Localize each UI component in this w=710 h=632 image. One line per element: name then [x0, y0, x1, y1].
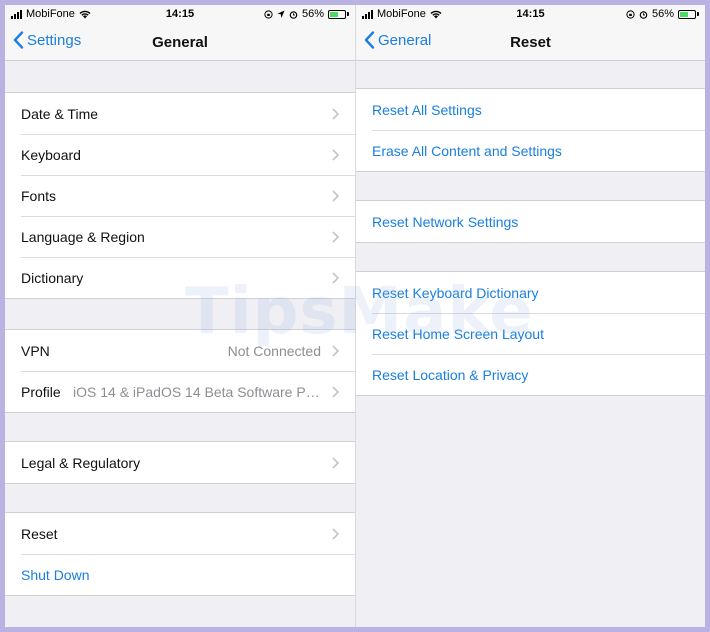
row-keyboard[interactable]: Keyboard: [5, 134, 355, 175]
status-indicators: 56%: [264, 8, 349, 20]
shut-down-button[interactable]: Shut Down: [5, 554, 355, 595]
status-indicators: 56%: [626, 8, 699, 20]
battery-icon: [328, 9, 349, 19]
navigation-bar: General Reset: [356, 25, 705, 61]
row-label: Dictionary: [21, 269, 84, 286]
status-bar: MobiFone 14:15 56%: [356, 5, 705, 25]
rotation-lock-icon: [626, 9, 635, 19]
erase-all-content-button[interactable]: Erase All Content and Settings: [356, 130, 705, 171]
row-label: Reset All Settings: [372, 101, 482, 118]
row-label: VPN: [21, 342, 50, 359]
row-label: Reset Home Screen Layout: [372, 325, 544, 342]
navigation-bar: Settings General: [5, 25, 355, 61]
settings-group-reset: Reset Shut Down: [5, 512, 355, 596]
row-label: Legal & Regulatory: [21, 454, 141, 471]
general-settings-screen: MobiFone 14:15 56% Settings General Date…: [5, 5, 355, 627]
vpn-status: Not Connected: [227, 342, 321, 359]
reset-group-settings: Reset All Settings Erase All Content and…: [356, 88, 705, 172]
row-reset[interactable]: Reset: [5, 513, 355, 554]
row-fonts[interactable]: Fonts: [5, 175, 355, 216]
battery-percent: 56%: [301, 8, 324, 20]
chevron-right-icon: [332, 528, 339, 540]
row-label: Fonts: [21, 187, 57, 204]
row-label: Shut Down: [21, 566, 90, 583]
reset-home-screen-layout-button[interactable]: Reset Home Screen Layout: [356, 313, 705, 354]
chevron-right-icon: [332, 386, 339, 398]
chevron-right-icon: [332, 190, 339, 202]
page-title: General: [152, 34, 208, 51]
row-label: Keyboard: [21, 146, 81, 163]
row-label: Profile: [21, 383, 61, 400]
settings-group-legal: Legal & Regulatory: [5, 441, 355, 484]
reset-location-privacy-button[interactable]: Reset Location & Privacy: [356, 354, 705, 395]
rotation-lock-icon: [264, 9, 273, 19]
settings-group-network: VPN Not Connected Profile iOS 14 & iPadO…: [5, 329, 355, 413]
reset-network-settings-button[interactable]: Reset Network Settings: [356, 201, 705, 242]
row-label: Language & Region: [21, 228, 145, 245]
row-label: Reset Keyboard Dictionary: [372, 284, 539, 301]
status-bar: MobiFone 14:15 56%: [5, 5, 355, 25]
reset-all-settings-button[interactable]: Reset All Settings: [356, 89, 705, 130]
alarm-icon: [639, 10, 648, 19]
row-legal-regulatory[interactable]: Legal & Regulatory: [5, 442, 355, 483]
chevron-right-icon: [332, 272, 339, 284]
battery-percent: 56%: [651, 8, 674, 20]
chevron-right-icon: [332, 457, 339, 469]
profile-detail: iOS 14 & iPadOS 14 Beta Software Pr...: [73, 383, 321, 400]
row-label: Reset Location & Privacy: [372, 366, 529, 383]
location-icon: [277, 10, 285, 18]
reset-group-network: Reset Network Settings: [356, 200, 705, 243]
row-profile[interactable]: Profile iOS 14 & iPadOS 14 Beta Software…: [5, 371, 355, 412]
row-language-region[interactable]: Language & Region: [5, 216, 355, 257]
row-label: Erase All Content and Settings: [372, 142, 562, 159]
settings-group-system: Date & Time Keyboard Fonts Language & Re…: [5, 92, 355, 299]
row-dictionary[interactable]: Dictionary: [5, 257, 355, 298]
row-label: Date & Time: [21, 105, 99, 122]
screenshot-frame: MobiFone 14:15 56% Settings General Date…: [5, 5, 705, 627]
reset-group-other: Reset Keyboard Dictionary Reset Home Scr…: [356, 271, 705, 396]
page-title: Reset: [510, 34, 551, 51]
row-vpn[interactable]: VPN Not Connected: [5, 330, 355, 371]
row-date-time[interactable]: Date & Time: [5, 93, 355, 134]
row-label: Reset: [21, 525, 58, 542]
reset-keyboard-dictionary-button[interactable]: Reset Keyboard Dictionary: [356, 272, 705, 313]
battery-icon: [678, 9, 699, 19]
reset-screen: MobiFone 14:15 56% General Reset Reset A…: [355, 5, 705, 627]
row-label: Reset Network Settings: [372, 213, 519, 230]
chevron-right-icon: [332, 345, 339, 357]
chevron-right-icon: [332, 149, 339, 161]
chevron-right-icon: [332, 231, 339, 243]
chevron-right-icon: [332, 108, 339, 120]
alarm-icon: [289, 10, 298, 19]
